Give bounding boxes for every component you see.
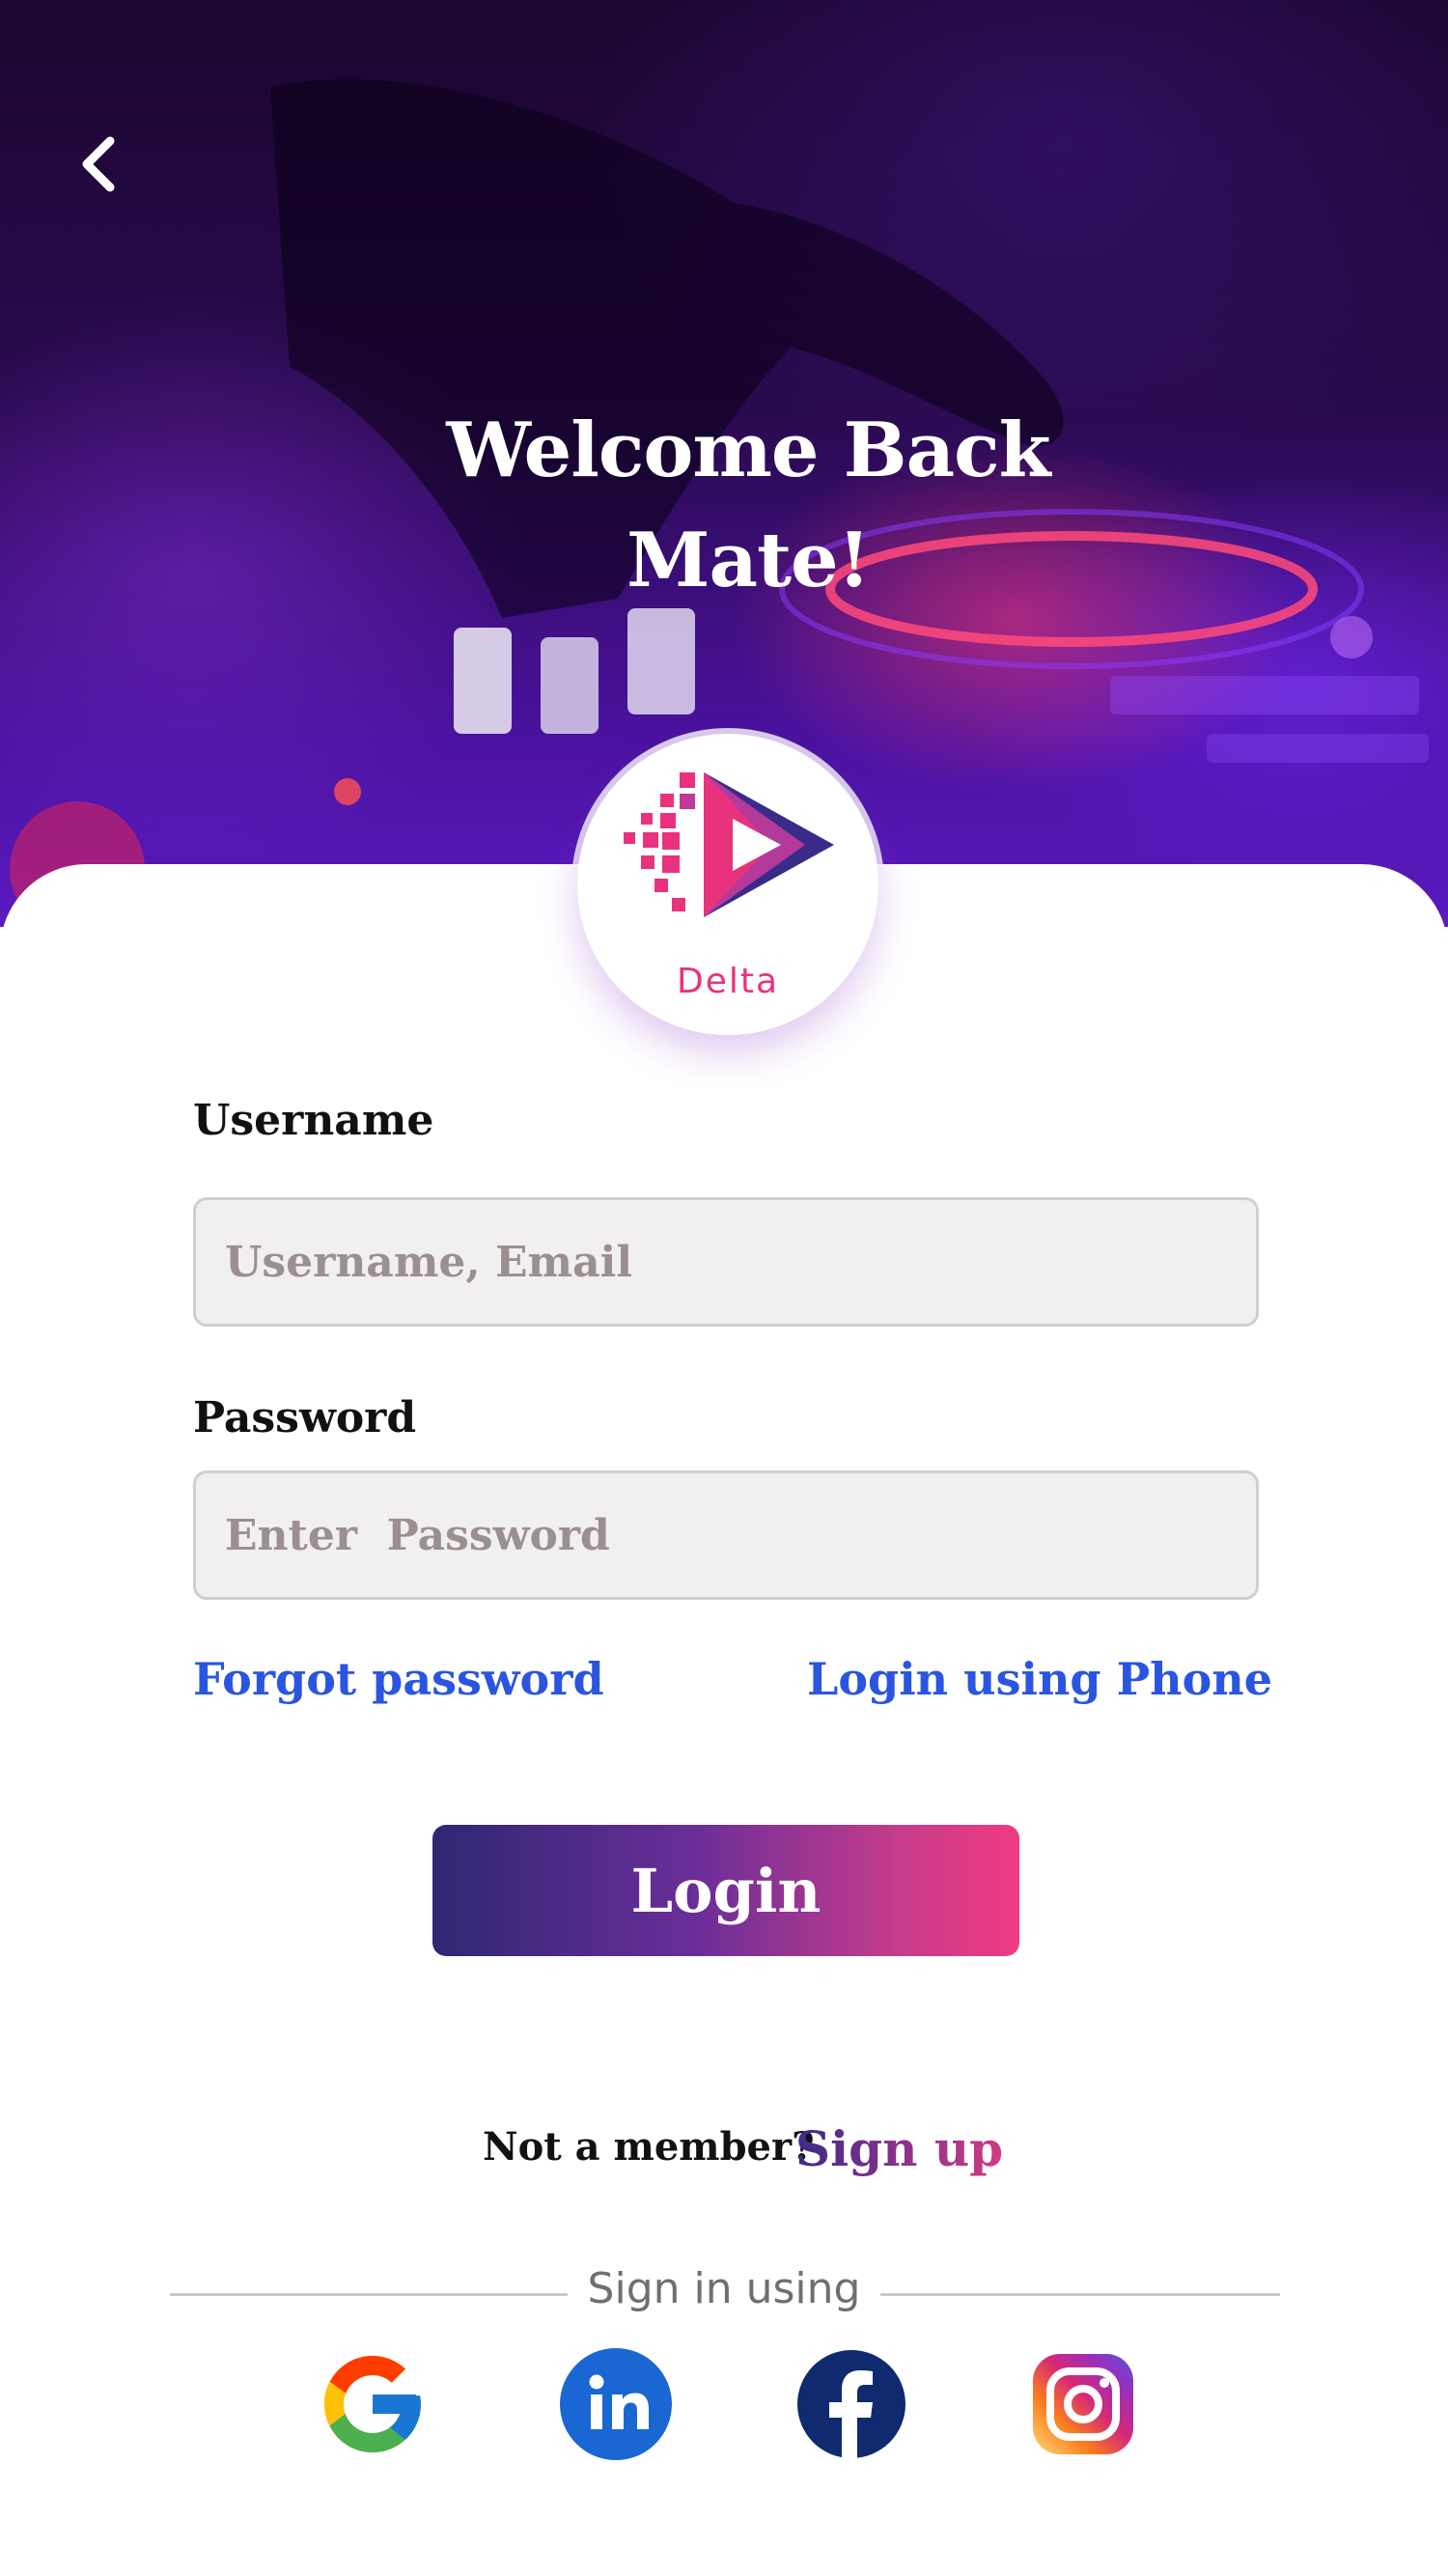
username-input[interactable] xyxy=(193,1197,1259,1327)
app-logo: Delta xyxy=(577,734,878,1035)
linkedin-icon xyxy=(560,2348,672,2460)
divider-left xyxy=(170,2293,568,2296)
title-line-1: Welcome Back xyxy=(446,406,1050,494)
username-label: Username xyxy=(193,1096,434,1145)
play-logo-icon xyxy=(624,772,834,917)
login-phone-link[interactable]: Login using Phone xyxy=(807,1653,1272,1705)
signup-link[interactable]: Sign up xyxy=(795,2120,1003,2177)
brand-name: Delta xyxy=(676,962,780,1001)
facebook-icon xyxy=(797,2350,905,2460)
forgot-password-link[interactable]: Forgot password xyxy=(193,1653,604,1705)
divider-right xyxy=(880,2293,1280,2296)
login-button[interactable]: Login xyxy=(432,1825,1019,1956)
page-title: Welcome Back Mate! xyxy=(0,396,1448,616)
password-label: Password xyxy=(193,1393,417,1442)
facebook-button[interactable] xyxy=(794,2346,909,2462)
back-button[interactable] xyxy=(70,135,127,193)
chevron-left-icon xyxy=(82,136,115,192)
instagram-button[interactable] xyxy=(1025,2346,1141,2462)
password-input[interactable] xyxy=(193,1470,1259,1600)
google-button[interactable] xyxy=(315,2346,431,2462)
linkedin-button[interactable] xyxy=(558,2346,674,2462)
instagram-icon xyxy=(1033,2354,1133,2454)
title-line-2: Mate! xyxy=(627,517,871,604)
not-member-text: Not a member? xyxy=(483,2124,815,2170)
sign-in-using-label: Sign in using xyxy=(587,2264,861,2313)
google-icon xyxy=(324,2356,421,2452)
